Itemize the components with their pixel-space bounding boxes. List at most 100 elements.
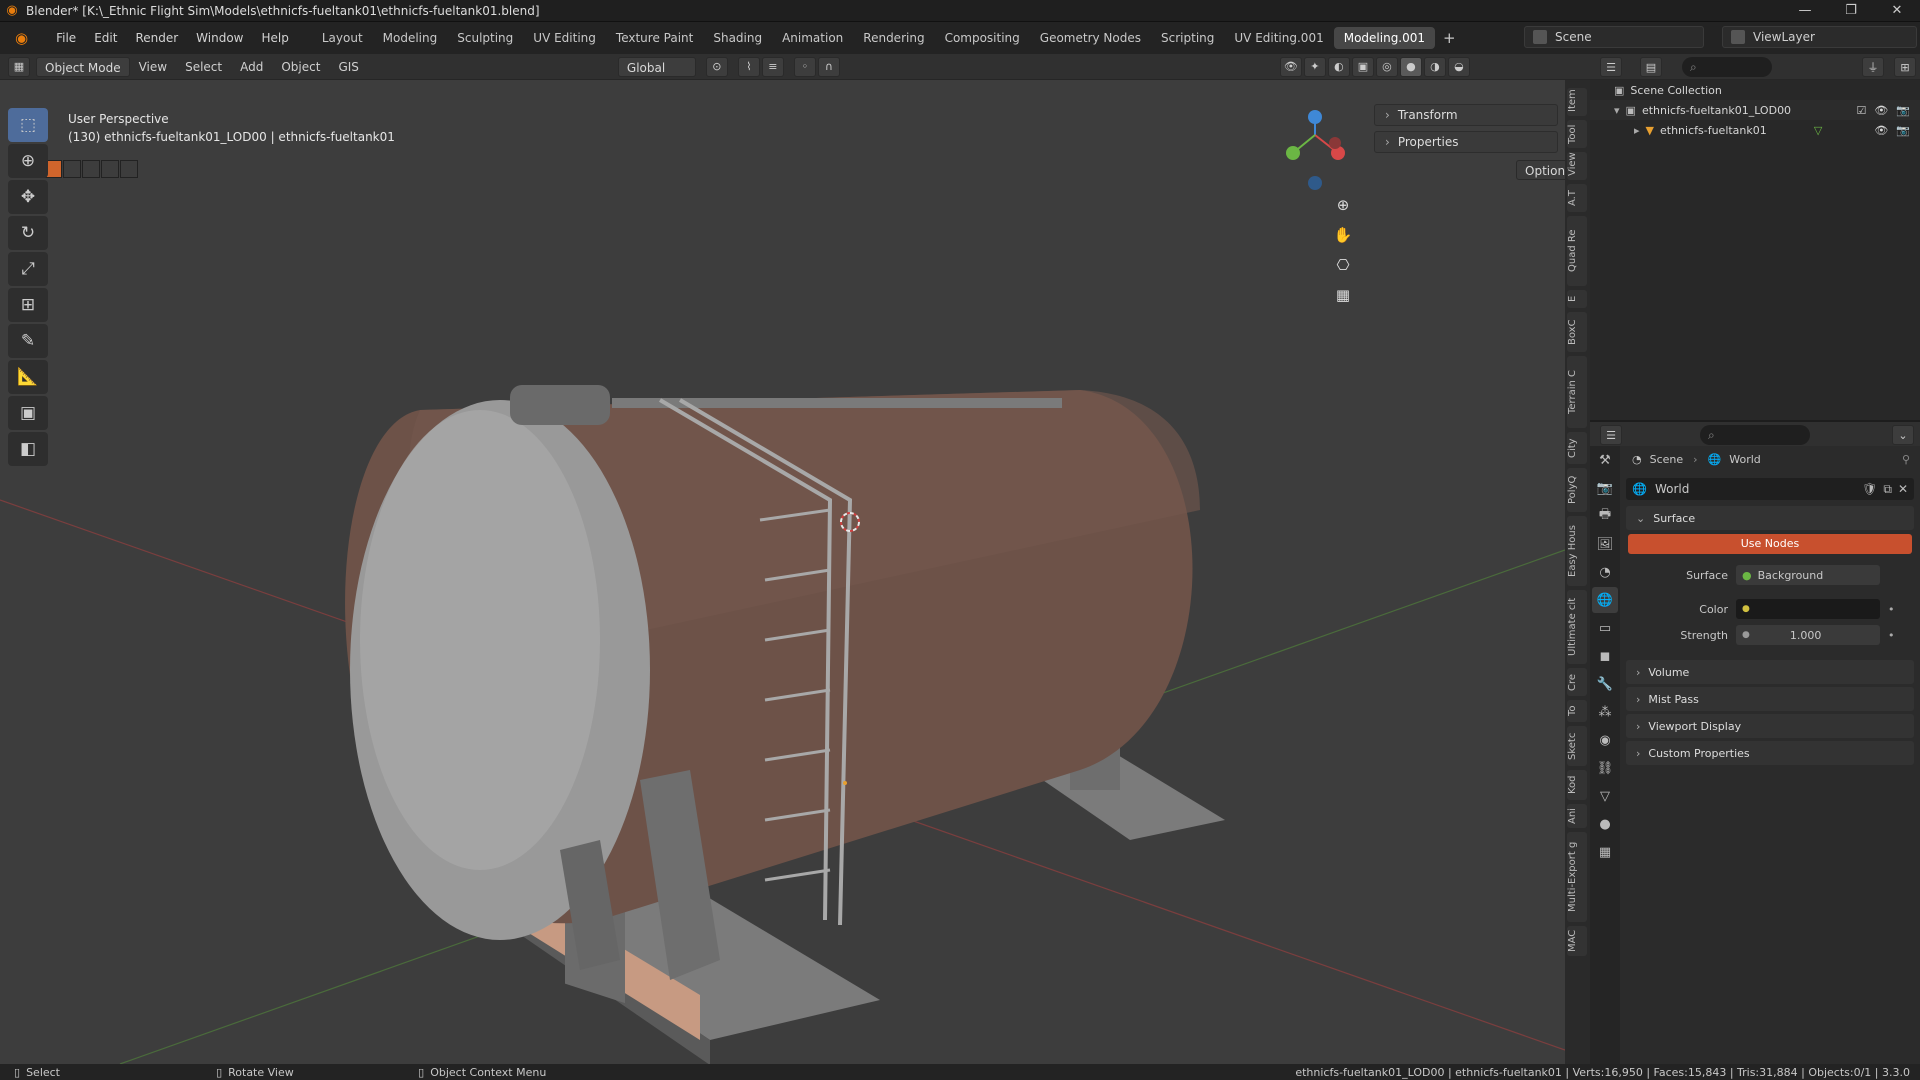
custom-properties-section[interactable]: Custom Properties [1626, 741, 1914, 765]
pivot-icon[interactable]: ⊙ [705, 56, 728, 77]
menu-render[interactable]: Render [126, 31, 187, 45]
view-layer-properties-icon[interactable]: 🖼 [1592, 531, 1618, 557]
eye-icon[interactable]: 👁 [1874, 124, 1888, 137]
object-properties-icon[interactable]: ◼ [1592, 643, 1618, 669]
object-mode-dropdown[interactable]: Object Mode [36, 56, 130, 77]
properties-search-input[interactable]: ⌕ [1700, 425, 1810, 445]
camera-icon[interactable]: 📷 [1896, 104, 1910, 117]
color-swatch[interactable]: ● [1736, 599, 1880, 619]
menu-edit[interactable]: Edit [85, 31, 126, 45]
camera-icon[interactable]: 📷 [1896, 124, 1910, 137]
annotate-tool-icon[interactable]: ✎ [8, 324, 48, 358]
select-box-tool-icon[interactable]: ⬚ [8, 108, 48, 142]
side-tab-ultimate-cit[interactable]: Ultimate cit [1567, 590, 1587, 664]
navigation-gizmo[interactable] [1286, 110, 1345, 190]
tab-modeling-001[interactable]: Modeling.001 [1333, 27, 1436, 49]
surface-section[interactable]: Surface [1626, 506, 1914, 530]
properties-options-icon[interactable]: ⌄ [1892, 425, 1914, 445]
volume-section[interactable]: Volume [1626, 660, 1914, 684]
viewport-display-section[interactable]: Viewport Display [1626, 714, 1914, 738]
shading-solid-icon[interactable]: ● [1399, 56, 1422, 77]
tab-compositing[interactable]: Compositing [935, 27, 1030, 49]
transform-orientation-dropdown[interactable]: Global [617, 56, 696, 77]
3d-viewport[interactable]: User Perspective (130) ethnicfs-fueltank… [0, 80, 1565, 1064]
transform-tool-icon[interactable]: ⊞ [8, 288, 48, 322]
select-mode-intersect[interactable] [120, 160, 138, 178]
side-tab-to[interactable]: To [1567, 700, 1587, 722]
material-properties-icon[interactable]: ● [1592, 811, 1618, 837]
new-collection-icon[interactable]: ⊞ [1894, 57, 1916, 77]
side-tab-item[interactable]: Item [1567, 88, 1587, 116]
orthographic-grid-icon[interactable]: ▦ [1330, 282, 1356, 308]
texture-properties-icon[interactable]: ▦ [1592, 839, 1618, 865]
physics-properties-icon[interactable]: ◉ [1592, 727, 1618, 753]
menu-view[interactable]: View [130, 60, 176, 74]
rotate-tool-icon[interactable]: ↻ [8, 216, 48, 250]
pin-icon[interactable]: ⚲ [1902, 453, 1910, 466]
strength-field[interactable]: ● 1.000 [1736, 625, 1880, 645]
use-nodes-button[interactable]: Use Nodes [1628, 534, 1912, 554]
move-tool-icon[interactable]: ✥ [8, 180, 48, 214]
world-datablock-selector[interactable]: 🌐 World 🛡 ⧉ ✕ [1626, 478, 1914, 500]
xray-icon[interactable]: ▣ [1351, 56, 1374, 77]
minimize-button[interactable]: — [1782, 0, 1828, 22]
side-tab-multi-export-g[interactable]: Multi-Export g [1567, 832, 1587, 922]
tab-texture-paint[interactable]: Texture Paint [606, 27, 703, 49]
tab-modeling[interactable]: Modeling [373, 27, 448, 49]
side-tab-ani[interactable]: Ani [1567, 804, 1587, 828]
mesh-data-icon[interactable]: ▽ [1814, 124, 1822, 137]
shading-wireframe-icon[interactable]: ◎ [1375, 56, 1398, 77]
select-mode-extend[interactable] [63, 160, 81, 178]
select-mode-subtract[interactable] [82, 160, 100, 178]
side-tab-boxc[interactable]: BoxC [1567, 312, 1587, 352]
outliner-editor-icon[interactable]: ☰ [1600, 57, 1622, 77]
add-cube-tool-icon[interactable]: ▣ [8, 396, 48, 430]
side-tab-a-t[interactable]: A.T [1567, 184, 1587, 212]
add-workspace-button[interactable]: + [1435, 27, 1464, 49]
outliner-item-lod00[interactable]: ▾ ▣ ethnicfs-fueltank01_LOD00 ☑ 👁 📷 [1590, 100, 1920, 120]
transform-panel[interactable]: Transform [1374, 104, 1558, 126]
restore-button[interactable]: ❐ [1828, 0, 1874, 22]
mist-pass-section[interactable]: Mist Pass [1626, 687, 1914, 711]
particles-properties-icon[interactable]: ⁂ [1592, 699, 1618, 725]
eye-icon[interactable]: 👁 [1874, 104, 1888, 117]
tab-layout[interactable]: Layout [312, 27, 373, 49]
expand-arrow-icon[interactable]: ▸ [1634, 124, 1640, 137]
side-tab-terrain-c[interactable]: Terrain C [1567, 356, 1587, 428]
visibility-icon[interactable]: 👁 [1279, 56, 1302, 77]
keyframe-icon[interactable]: • [1888, 603, 1895, 616]
properties-editor-icon[interactable]: ☰ [1600, 425, 1622, 445]
tool-extra-icon[interactable]: ◧ [8, 432, 48, 466]
expand-arrow-icon[interactable]: ▾ [1614, 104, 1620, 117]
side-tab-polyq[interactable]: PolyQ [1567, 468, 1587, 512]
data-properties-icon[interactable]: ▽ [1592, 783, 1618, 809]
modifier-properties-icon[interactable]: 🔧 [1592, 671, 1618, 697]
side-tab-e[interactable]: E [1567, 290, 1587, 308]
blender-menu-icon[interactable]: ◉ [6, 29, 37, 47]
surface-shader-dropdown[interactable]: ● Background [1736, 565, 1880, 585]
world-properties-icon[interactable]: 🌐 [1592, 587, 1618, 613]
outliner-search-input[interactable]: ⌕ [1682, 57, 1772, 77]
gizmo-icon[interactable]: ✦ [1303, 56, 1326, 77]
menu-select[interactable]: Select [176, 60, 231, 74]
tab-uv-editing-001[interactable]: UV Editing.001 [1224, 27, 1333, 49]
scene-selector[interactable]: Scene [1524, 26, 1704, 48]
shading-material-icon[interactable]: ◑ [1423, 56, 1446, 77]
select-mode-invert[interactable] [101, 160, 119, 178]
side-tab-cre[interactable]: Cre [1567, 668, 1587, 696]
snap-target-icon[interactable]: ≡ [761, 56, 784, 77]
checkbox-icon[interactable]: ☑ [1856, 104, 1866, 117]
duplicate-icon[interactable]: ⧉ [1883, 482, 1892, 497]
tab-animation[interactable]: Animation [772, 27, 853, 49]
unlink-icon[interactable]: ✕ [1898, 482, 1908, 496]
side-tab-quad-re[interactable]: Quad Re [1567, 216, 1587, 286]
menu-file[interactable]: File [47, 31, 85, 45]
proportional-edit-icon[interactable]: ◦ [793, 56, 816, 77]
overlay-icon[interactable]: ◐ [1327, 56, 1350, 77]
editor-type-icon[interactable]: ▦ [8, 56, 30, 77]
tab-rendering[interactable]: Rendering [853, 27, 934, 49]
scale-tool-icon[interactable]: ⤢ [8, 252, 48, 286]
tab-geometry-nodes[interactable]: Geometry Nodes [1030, 27, 1151, 49]
filter-icon[interactable]: ⏚ [1862, 57, 1884, 77]
options-dropdown[interactable]: Options [1516, 160, 1565, 180]
